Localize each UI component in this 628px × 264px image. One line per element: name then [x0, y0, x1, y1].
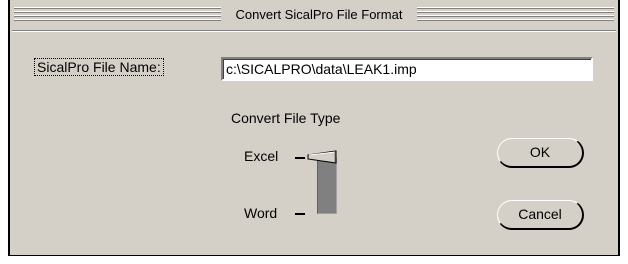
ok-button[interactable]: OK: [497, 138, 584, 168]
cancel-button[interactable]: Cancel: [497, 200, 584, 230]
slider-thumb[interactable]: [307, 150, 337, 168]
word-tick-mark: [295, 213, 305, 215]
title-bar-stripes-left: [14, 7, 221, 23]
title-bar-stripes-right: [417, 7, 614, 23]
word-option-label: Word: [244, 205, 278, 221]
file-name-label: SicalPro File Name:: [34, 58, 164, 76]
window-title: Convert SicalPro File Format: [221, 6, 417, 24]
excel-option-label: Excel: [244, 148, 279, 164]
file-name-input[interactable]: c:\SICALPRO\data\LEAK1.imp: [221, 57, 593, 81]
convert-file-format-dialog: Convert SicalPro File Format SicalPro Fi…: [8, 0, 620, 256]
title-bar[interactable]: Convert SicalPro File Format: [12, 2, 616, 28]
title-separator: [12, 30, 616, 32]
file-type-slider[interactable]: [307, 150, 337, 214]
convert-file-type-label: Convert File Type: [231, 110, 341, 126]
excel-tick-mark: [295, 157, 305, 159]
